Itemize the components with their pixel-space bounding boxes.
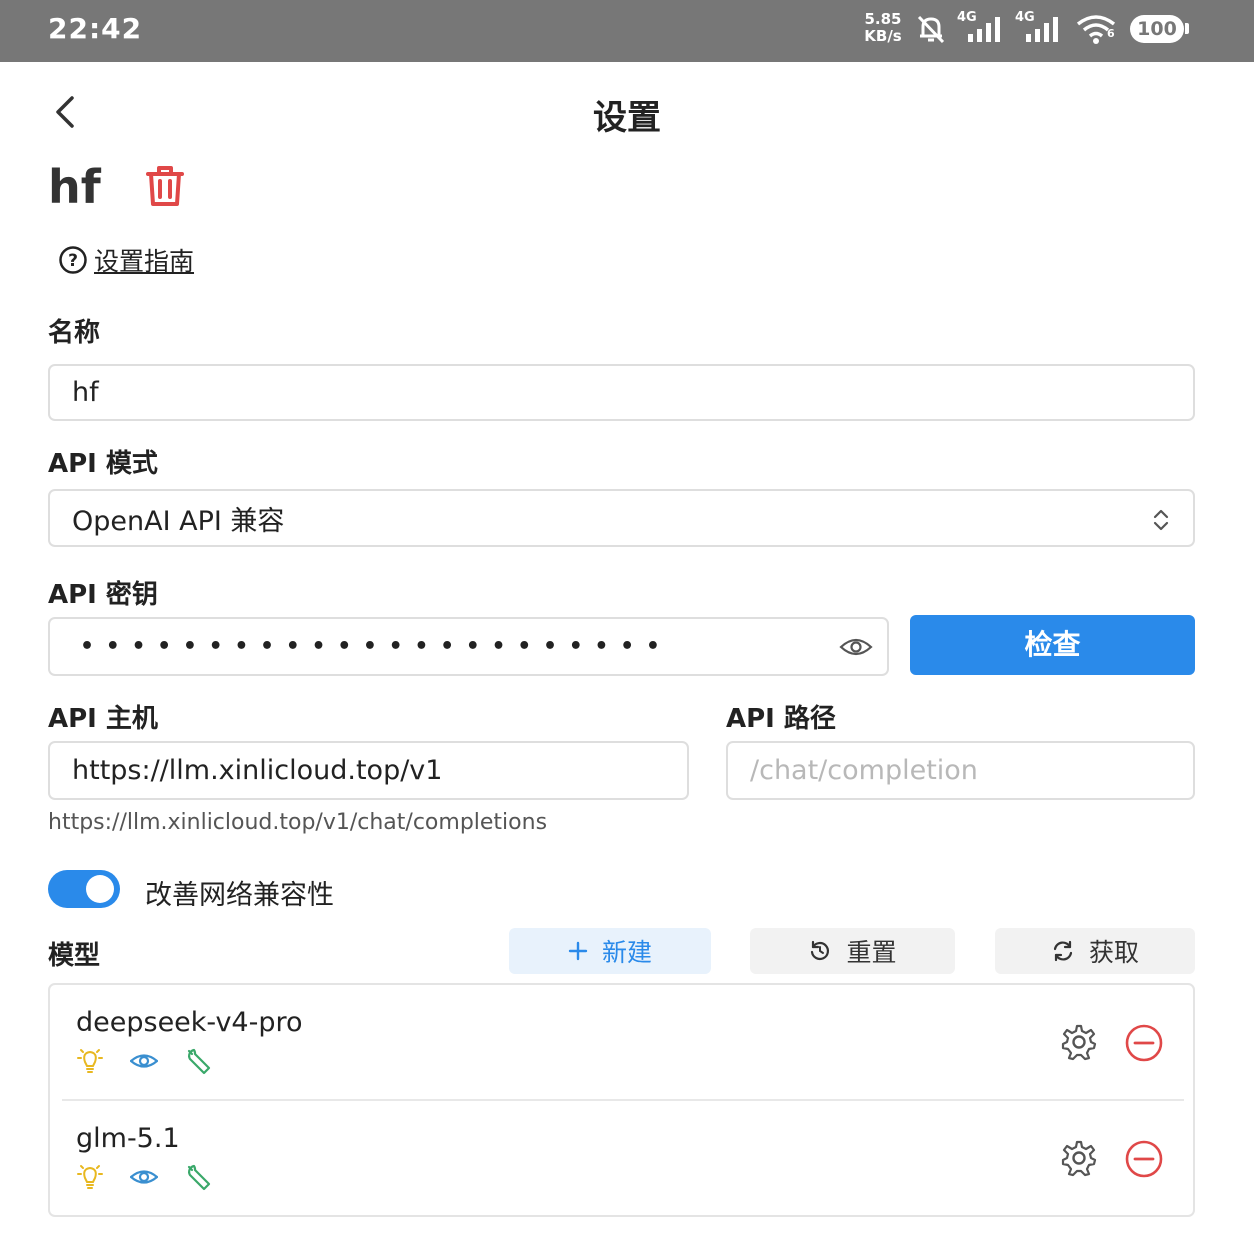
model-name: glm-5.1 — [76, 1123, 180, 1154]
model-settings-gear-icon[interactable] — [1060, 1139, 1098, 1177]
name-field[interactable]: hf — [48, 364, 1195, 421]
model-name: deepseek-v4-pro — [76, 1007, 303, 1038]
reasoning-bulb-icon — [76, 1047, 104, 1075]
check-button[interactable]: 检查 — [910, 615, 1195, 675]
model-list: deepseek-v4-pro glm-5.1 — [48, 983, 1195, 1217]
trash-icon[interactable] — [142, 163, 188, 209]
api-mode-label: API 模式 — [48, 449, 158, 479]
setup-guide-link[interactable]: ? 设置指南 — [58, 243, 194, 277]
model-capabilities — [76, 1163, 212, 1191]
svg-text:?: ? — [68, 251, 78, 271]
resolved-endpoint-url: https://llm.xinlicloud.top/v1/chat/compl… — [48, 810, 548, 835]
reset-models-button[interactable]: 重置 — [750, 928, 955, 974]
name-value: hf — [72, 377, 99, 408]
page-title: 设置 — [593, 98, 661, 138]
fetch-models-label: 获取 — [1088, 938, 1139, 967]
show-password-eye-icon[interactable] — [839, 634, 873, 660]
model-settings-gear-icon[interactable] — [1060, 1023, 1098, 1061]
api-key-label: API 密钥 — [48, 580, 158, 610]
signal-bars-icon — [968, 17, 1000, 42]
model-row[interactable]: glm-5.1 — [50, 1101, 1193, 1217]
remove-model-icon[interactable] — [1124, 1139, 1164, 1179]
wifi-band-label: 6 — [1107, 27, 1115, 40]
toggle-knob — [86, 875, 114, 903]
api-mode-value: OpenAI API 兼容 — [72, 505, 285, 537]
setup-guide-label: 设置指南 — [94, 247, 195, 276]
battery-indicator: 100 — [1130, 15, 1184, 43]
api-host-field[interactable]: https://llm.xinlicloud.top/v1 — [48, 741, 689, 800]
reasoning-bulb-icon — [76, 1163, 104, 1191]
network-speed: 5.85 KB/s — [860, 11, 906, 45]
tool-wrench-icon — [184, 1163, 212, 1191]
model-capabilities — [76, 1047, 212, 1075]
network-speed-value: 5.85 — [864, 10, 902, 28]
vision-eye-icon — [129, 1047, 159, 1075]
models-label: 模型 — [48, 941, 101, 971]
fetch-models-button[interactable]: 获取 — [995, 928, 1195, 974]
api-path-placeholder: /chat/completion — [750, 755, 978, 786]
vision-eye-icon — [129, 1163, 159, 1191]
api-path-label: API 路径 — [726, 704, 836, 734]
provider-name: hf — [48, 160, 101, 214]
battery-tip — [1185, 23, 1189, 34]
api-host-value: https://llm.xinlicloud.top/v1 — [72, 755, 443, 786]
notifications-off-icon — [917, 15, 945, 44]
api-key-field[interactable]: • • • • • • • • • • • • • • • • • • • • … — [48, 617, 889, 676]
api-path-field[interactable]: /chat/completion — [726, 741, 1195, 800]
api-key-masked-value: • • • • • • • • • • • • • • • • • • • • … — [80, 634, 662, 659]
network-speed-unit: KB/s — [864, 27, 902, 45]
network-compat-toggle[interactable] — [48, 870, 120, 908]
new-model-button[interactable]: 新建 — [509, 928, 711, 974]
signal-bars-icon — [1026, 17, 1058, 42]
model-row[interactable]: deepseek-v4-pro — [50, 985, 1193, 1101]
api-host-label: API 主机 — [48, 704, 158, 734]
back-arrow-icon[interactable] — [46, 90, 86, 134]
select-chevrons-icon — [1153, 509, 1169, 531]
name-label: 名称 — [48, 318, 101, 348]
remove-model-icon[interactable] — [1124, 1023, 1164, 1063]
refresh-icon — [1053, 940, 1073, 962]
reset-history-icon — [811, 940, 830, 961]
help-circle-icon: ? — [59, 246, 87, 274]
new-model-label: 新建 — [601, 938, 652, 967]
status-time: 22:42 — [48, 12, 143, 45]
tool-wrench-icon — [184, 1047, 212, 1075]
reset-models-label: 重置 — [846, 938, 897, 967]
api-mode-select[interactable]: OpenAI API 兼容 — [48, 489, 1195, 547]
network-compat-label: 改善网络兼容性 — [145, 880, 334, 911]
status-bar: 22:42 5.85 KB/s 4G 4G 6 100 — [0, 0, 1254, 62]
plus-icon — [568, 941, 588, 961]
